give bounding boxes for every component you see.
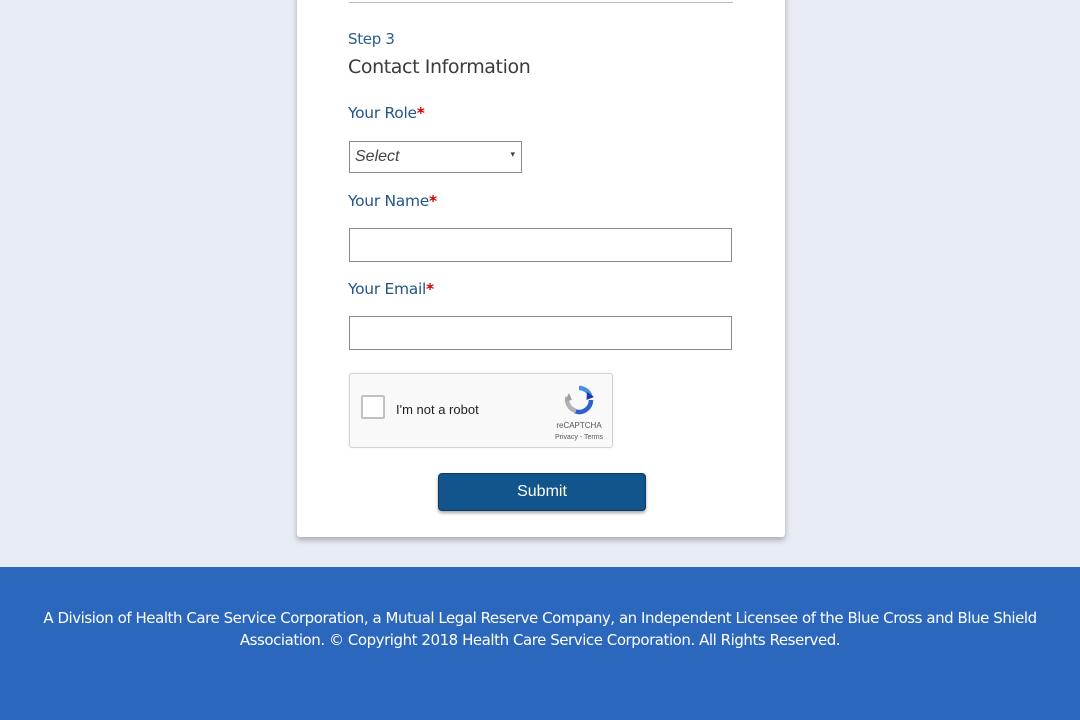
email-input[interactable] — [349, 316, 732, 350]
recaptcha-brand: reCAPTCHA — [556, 421, 602, 430]
name-label-text: Your Name — [348, 192, 430, 210]
footer: A Division of Health Care Service Corpor… — [0, 567, 1080, 720]
required-mark: * — [426, 280, 434, 298]
recaptcha-logo-icon — [564, 385, 594, 415]
role-select-value: Select — [355, 148, 400, 165]
role-label-text: Your Role — [348, 104, 417, 122]
email-label: Your Email* — [348, 280, 434, 298]
recaptcha-links[interactable]: Privacy - Terms — [547, 434, 611, 441]
footer-copyright: A Division of Health Care Service Corpor… — [43, 609, 1037, 649]
name-input[interactable] — [349, 228, 732, 262]
divider — [349, 2, 733, 3]
step-label: Step 3 — [348, 30, 395, 48]
email-label-text: Your Email — [348, 280, 427, 298]
role-select[interactable]: Select ▾ — [349, 141, 522, 173]
recaptcha-checkbox[interactable] — [361, 395, 385, 419]
role-label: Your Role* — [348, 104, 425, 122]
required-mark: * — [416, 104, 425, 122]
required-mark: * — [429, 192, 437, 210]
submit-button[interactable]: Submit — [438, 473, 646, 511]
chevron-down-icon: ▾ — [510, 150, 515, 160]
section-title: Contact Information — [348, 56, 531, 78]
name-label: Your Name* — [348, 192, 437, 210]
recaptcha-label: I'm not a robot — [396, 402, 479, 417]
recaptcha-widget: I'm not a robot reCAPTCHA Privacy - Term… — [349, 373, 613, 448]
form-card: Step 3 Contact Information Your Role* Se… — [297, 0, 785, 537]
